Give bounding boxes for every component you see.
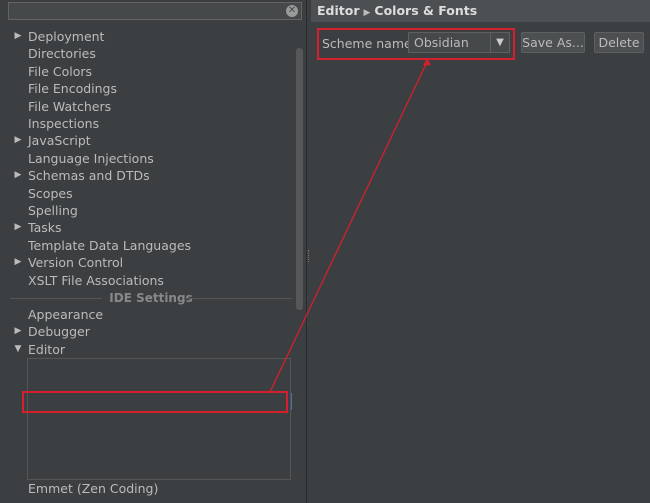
annotation-arrow-line <box>269 61 428 393</box>
annotation-arrow-head <box>423 58 431 66</box>
annotation-arrow <box>269 58 431 393</box>
